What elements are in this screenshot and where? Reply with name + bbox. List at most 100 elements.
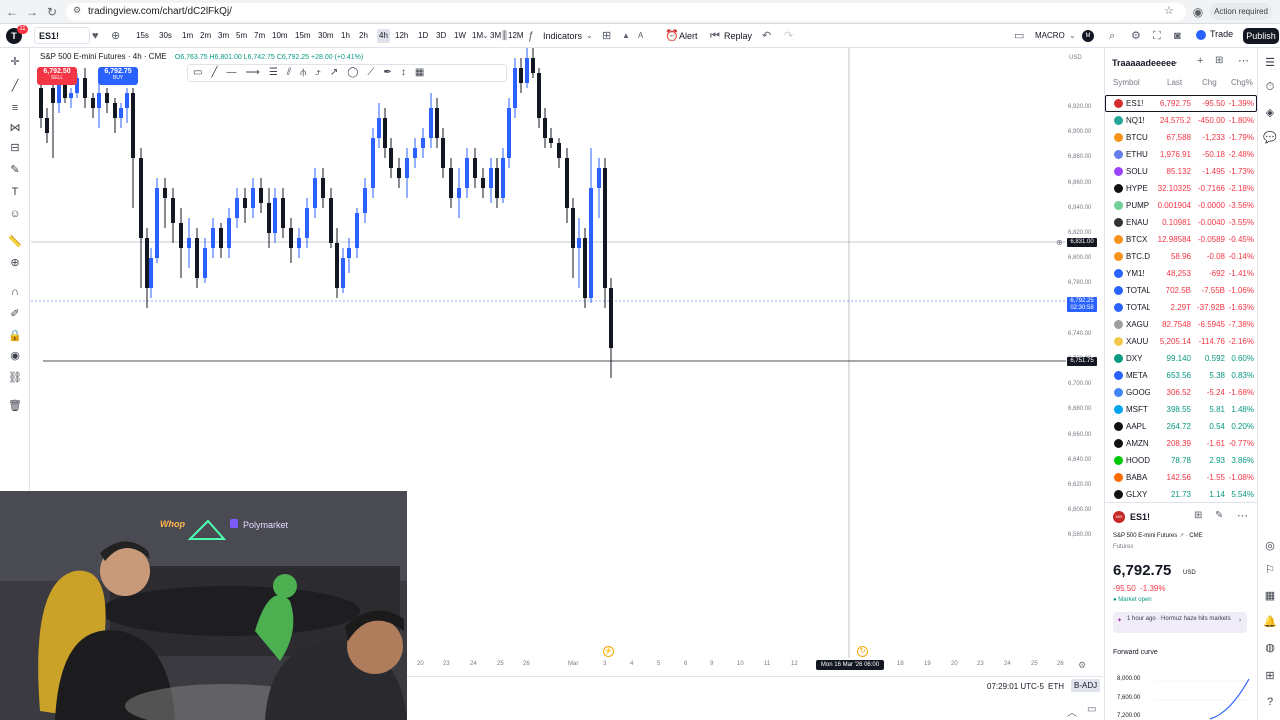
watchlist-row[interactable]: TOTAL 2.29T -37.92B -1.63%: [1105, 299, 1257, 316]
settings-gear-icon[interactable]: ⚙: [1131, 29, 1141, 43]
add-alert-plus-icon[interactable]: ⊕: [1056, 238, 1063, 247]
drawing-floating-toolbar[interactable]: ▭╱—⟶☰⫽⫛⤴↗◯⟋✒↕▦: [187, 64, 507, 82]
watchlist-row[interactable]: BTCU 67,588 -1,233 -1.79%: [1105, 129, 1257, 146]
link-icon[interactable]: ⛓: [7, 370, 23, 386]
watchlist-row[interactable]: AAPL 264.72 0.54 0.20%: [1105, 418, 1257, 435]
sell-button[interactable]: 6,792.50 SELL: [37, 67, 77, 85]
watchlist-icon[interactable]: ☰: [1262, 55, 1278, 71]
crosshair-tool-icon[interactable]: ✛: [7, 54, 23, 70]
arrow-tool-icon[interactable]: ↗: [330, 67, 347, 78]
col-chg[interactable]: Chg: [1202, 78, 1217, 87]
fullscreen-icon[interactable]: ⛶: [1153, 29, 1161, 43]
watchlist-dropdown-icon[interactable]: ⌄: [1172, 57, 1179, 66]
chart-type-icon[interactable]: ⫼: [502, 29, 507, 43]
watchlist-row[interactable]: YM1! 48,253 -692 -1.41%: [1105, 265, 1257, 282]
watchlist-title[interactable]: Traaaaadeeeee: [1112, 58, 1176, 68]
add-symbol-icon[interactable]: ⊕: [111, 29, 120, 43]
rectangle-tool-icon[interactable]: ▭: [193, 67, 211, 78]
indicators-icon[interactable]: ƒ: [528, 29, 534, 43]
watchlist-row[interactable]: ETHU 1,976.91 -50.18 -2.48%: [1105, 146, 1257, 163]
layout-dropdown-icon[interactable]: ⌄: [1069, 29, 1076, 43]
details-more-icon[interactable]: ⋯: [1237, 509, 1248, 522]
buy-button[interactable]: 6,792.75 BUY: [98, 67, 138, 85]
event-marker-icon[interactable]: ↻: [857, 646, 868, 657]
symbol-search[interactable]: ES1!: [34, 27, 90, 44]
watchlist-row[interactable]: XAUU 5,205.14 -114.76 -2.16%: [1105, 333, 1257, 350]
interval-2h[interactable]: 2h: [359, 29, 368, 43]
back-icon[interactable]: ←: [4, 4, 20, 20]
indicators-dropdown-icon[interactable]: ⌄: [586, 29, 593, 43]
bookmark-star-icon[interactable]: ☆: [1164, 4, 1174, 17]
zoom-tool-icon[interactable]: ⊕: [7, 255, 23, 271]
watchlist-row[interactable]: META 653.56 5.38 0.83%: [1105, 367, 1257, 384]
publish-button[interactable]: Publish: [1243, 28, 1279, 44]
interval-4h[interactable]: 4h: [377, 29, 390, 43]
watchlist-row[interactable]: ES1! 6,792.75 -95.50 -1.39%: [1105, 95, 1257, 112]
pattern-tool-icon[interactable]: ⋈: [7, 120, 23, 136]
watchlist-row[interactable]: HYPE 32.10325 -0.7166 -2.18%: [1105, 180, 1257, 197]
hline-tool-icon[interactable]: —: [226, 67, 245, 78]
details-symbol[interactable]: ES1!: [1130, 512, 1150, 522]
axis-settings-icon[interactable]: ⚙: [1078, 660, 1086, 671]
streams-icon[interactable]: ◍: [1262, 640, 1278, 656]
ellipse-tool-icon[interactable]: ◯: [347, 67, 367, 78]
text-tool-icon[interactable]: T: [7, 184, 23, 200]
magnet-tool-icon[interactable]: ∩: [7, 284, 23, 300]
stay-drawing-icon[interactable]: ✐: [7, 306, 23, 322]
undo-icon[interactable]: ↶: [762, 29, 771, 43]
account-avatar-icon[interactable]: M: [1082, 30, 1094, 42]
watchlist-row[interactable]: XAGU 82.7548 -6.5945 -7.38%: [1105, 316, 1257, 333]
watchlist-row[interactable]: ENAU 0.10981 -0.0040 -3.55%: [1105, 214, 1257, 231]
news-item[interactable]: ✦ 1 hour ago · Hormuz haze hits markets …: [1113, 612, 1247, 633]
address-bar[interactable]: ⚙ tradingview.com/chart/dC2lFkQj/ ☆: [66, 3, 1186, 21]
channel-tool-icon[interactable]: ⫽: [287, 67, 300, 78]
visibility-eye-icon[interactable]: ◉: [7, 348, 23, 364]
watchlist-row[interactable]: BTCX 12.98584 -0.0589 -0.45%: [1105, 231, 1257, 248]
col-last[interactable]: Last: [1167, 78, 1182, 87]
interval-15m[interactable]: 15m: [295, 29, 311, 43]
interval-12M[interactable]: 12M: [508, 29, 524, 43]
layout-icon[interactable]: ▭: [1014, 29, 1024, 43]
watchlist-row[interactable]: NQ1! 24,575.2 -450.00 -1.80%: [1105, 112, 1257, 129]
interval-7m[interactable]: 7m: [254, 29, 265, 43]
pitchfork-icon[interactable]: ⫛: [300, 67, 315, 78]
trade-button[interactable]: Trade: [1196, 28, 1236, 44]
collapse-panel-icon[interactable]: ︿: [1067, 704, 1077, 719]
more-options-icon[interactable]: ⋯: [1238, 54, 1249, 67]
ray-tool-icon[interactable]: ⟶: [245, 67, 268, 78]
profile-icon[interactable]: ◉: [1190, 4, 1206, 20]
watchlist-row[interactable]: PUMP 0.001904 -0.0000 -3.56%: [1105, 197, 1257, 214]
search-icon[interactable]: ⌕: [1109, 29, 1115, 43]
adjustment-toggle[interactable]: B-ADJ: [1071, 679, 1101, 692]
watchlist-row[interactable]: AMZN 208.39 -1.61 -0.77%: [1105, 435, 1257, 452]
action-required-button[interactable]: Action required: [1210, 3, 1272, 20]
interval-3m[interactable]: 3m: [218, 29, 229, 43]
layout-name[interactable]: MACRO: [1035, 29, 1065, 43]
site-settings-icon[interactable]: ⚙: [73, 5, 81, 16]
lock-icon[interactable]: 🔒: [7, 328, 23, 344]
alerts-clock-icon[interactable]: ⏱: [1262, 79, 1278, 95]
forward-curve-title[interactable]: Forward curve: [1113, 649, 1158, 656]
interval-10m[interactable]: 10m: [272, 29, 288, 43]
fib-retrace-icon[interactable]: ☰: [269, 67, 287, 78]
reload-icon[interactable]: ↻: [44, 4, 60, 20]
alert-button[interactable]: Alert: [679, 29, 698, 43]
forward-icon[interactable]: →: [24, 4, 40, 20]
replay-button[interactable]: Replay: [724, 29, 752, 43]
session-toggle[interactable]: ETH: [1048, 682, 1064, 691]
interval-2m[interactable]: 2m: [200, 29, 211, 43]
ideas-icon[interactable]: ⚐: [1262, 562, 1278, 578]
redo-icon[interactable]: ↷: [784, 29, 793, 43]
ruler-tool-icon[interactable]: 📏: [7, 234, 23, 250]
line-tool-icon[interactable]: ╱: [211, 67, 226, 78]
interval-1m[interactable]: 1m: [182, 29, 193, 43]
watchlist-row[interactable]: DXY 99.140 0.592 0.60%: [1105, 350, 1257, 367]
interval-15s[interactable]: 15s: [136, 29, 149, 43]
replay-icon[interactable]: ⏮: [710, 29, 720, 43]
templates-icon[interactable]: ⊞: [602, 29, 611, 43]
external-link-icon[interactable]: ↗ ·: [1179, 533, 1189, 539]
interval-1h[interactable]: 1h: [341, 29, 350, 43]
watchlist-row[interactable]: GLXY 21.73 1.14 5.54%: [1105, 486, 1257, 503]
col-symbol[interactable]: Symbol: [1113, 78, 1140, 87]
add-symbol-plus-icon[interactable]: +: [1197, 55, 1203, 67]
